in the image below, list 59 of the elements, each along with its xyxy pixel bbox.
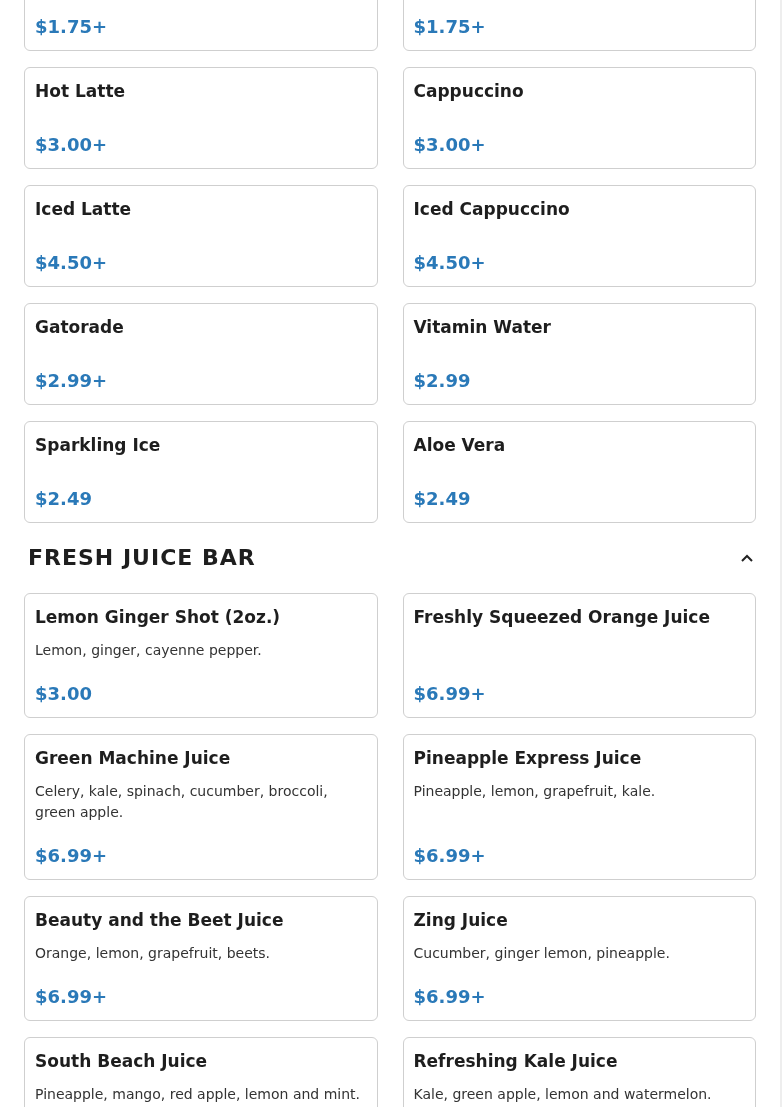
menu-item-card[interactable]: Hot Latte $3.00+: [24, 67, 378, 169]
item-name: Green Machine Juice: [35, 747, 232, 769]
menu-item-card[interactable]: $1.75+: [24, 0, 378, 51]
item-price: $6.99+: [35, 985, 109, 1008]
menu-item-card[interactable]: $1.75+: [402, 0, 756, 51]
item-price: $1.75+: [35, 15, 109, 38]
item-price: $6.99+: [413, 682, 487, 705]
item-description: Kale, green apple, lemon and watermelon.: [413, 1085, 713, 1104]
item-description: Pineapple, lemon, grapefruit, kale.: [413, 782, 657, 801]
item-price: $6.99+: [413, 985, 487, 1008]
item-price: $4.50+: [413, 251, 487, 274]
menu-item-card[interactable]: Zing Juice Cucumber, ginger lemon, pineapple. $6.99+: [402, 896, 756, 1021]
item-name: Refreshing Kale Juice: [413, 1050, 619, 1072]
menu-item-card[interactable]: Iced Latte $4.50+: [24, 185, 378, 287]
menu-item-card[interactable]: Pineapple Express Juice Pineapple, lemon, grapefruit, kale. $6.99+: [402, 734, 756, 880]
item-price: $3.00+: [413, 133, 487, 156]
menu-item-card[interactable]: Freshly Squeezed Orange Juice $6.99+: [402, 593, 756, 718]
item-price: $2.49: [413, 487, 472, 510]
item-description: Orange, lemon, grapefruit, beets.: [35, 944, 271, 963]
menu-item-card[interactable]: Lemon Ginger Shot (2oz.) Lemon, ginger, cayenne pepper. $3.00: [24, 593, 378, 718]
item-description: Pineapple, mango, red apple, lemon and mint.: [35, 1085, 362, 1104]
item-price: $2.49: [35, 487, 93, 510]
item-name: Iced Cappuccino: [413, 198, 571, 220]
item-description: Cucumber, ginger lemon, pineapple.: [413, 944, 671, 963]
chevron-up-icon[interactable]: [740, 553, 754, 563]
menu-item-card[interactable]: Vitamin Water $2.99: [402, 303, 756, 405]
item-name: Gatorade: [35, 316, 125, 338]
item-name: Cappuccino: [413, 80, 525, 102]
item-name: Pineapple Express Juice: [413, 747, 643, 769]
section-title: FRESH JUICE BAR: [28, 544, 256, 572]
item-name: Iced Latte: [35, 198, 133, 220]
item-name: Hot Latte: [35, 80, 127, 102]
item-price: $6.99+: [413, 844, 487, 867]
item-name: Lemon Ginger Shot (2oz.): [35, 606, 282, 628]
item-price: $1.75+: [413, 15, 487, 38]
menu-item-card[interactable]: Sparkling Ice $2.49: [24, 421, 378, 523]
menu-item-card[interactable]: Gatorade $2.99+: [24, 303, 378, 405]
item-price: $6.99+: [35, 844, 109, 867]
menu-item-card[interactable]: Cappuccino $3.00+: [402, 67, 756, 169]
item-price: $2.99: [413, 369, 472, 392]
menu-item-card[interactable]: Beauty and the Beet Juice Orange, lemon, grapefruit, beets. $6.99+: [24, 896, 378, 1021]
item-description: Celery, kale, spinach, cucumber, broccoli, green apple.: [35, 782, 329, 822]
item-price: $4.50+: [35, 251, 109, 274]
menu-item-card[interactable]: Aloe Vera $2.49: [402, 421, 756, 523]
item-name: Zing Juice: [413, 909, 509, 931]
menu-item-card[interactable]: Iced Cappuccino $4.50+: [402, 185, 756, 287]
menu-item-card[interactable]: Refreshing Kale Juice Kale, green apple, lemon and watermelon.: [402, 1037, 756, 1107]
menu-item-card[interactable]: South Beach Juice Pineapple, mango, red apple, lemon and mint.: [24, 1037, 378, 1107]
item-description: Lemon, ginger, cayenne pepper.: [35, 641, 263, 660]
menu-item-card[interactable]: Green Machine Juice Celery, kale, spinach, cucumber, broccoli, green apple. $6.99+: [24, 734, 378, 880]
item-name: Sparkling Ice: [35, 434, 162, 456]
item-name: Aloe Vera: [413, 434, 507, 456]
item-price: $3.00+: [35, 133, 109, 156]
item-price: $3.00: [35, 682, 93, 705]
item-name: Vitamin Water: [413, 316, 552, 338]
item-price: $2.99+: [35, 369, 109, 392]
item-name: South Beach Juice: [35, 1050, 209, 1072]
item-name: Freshly Squeezed Orange Juice: [413, 606, 711, 628]
item-name: Beauty and the Beet Juice: [35, 909, 285, 931]
